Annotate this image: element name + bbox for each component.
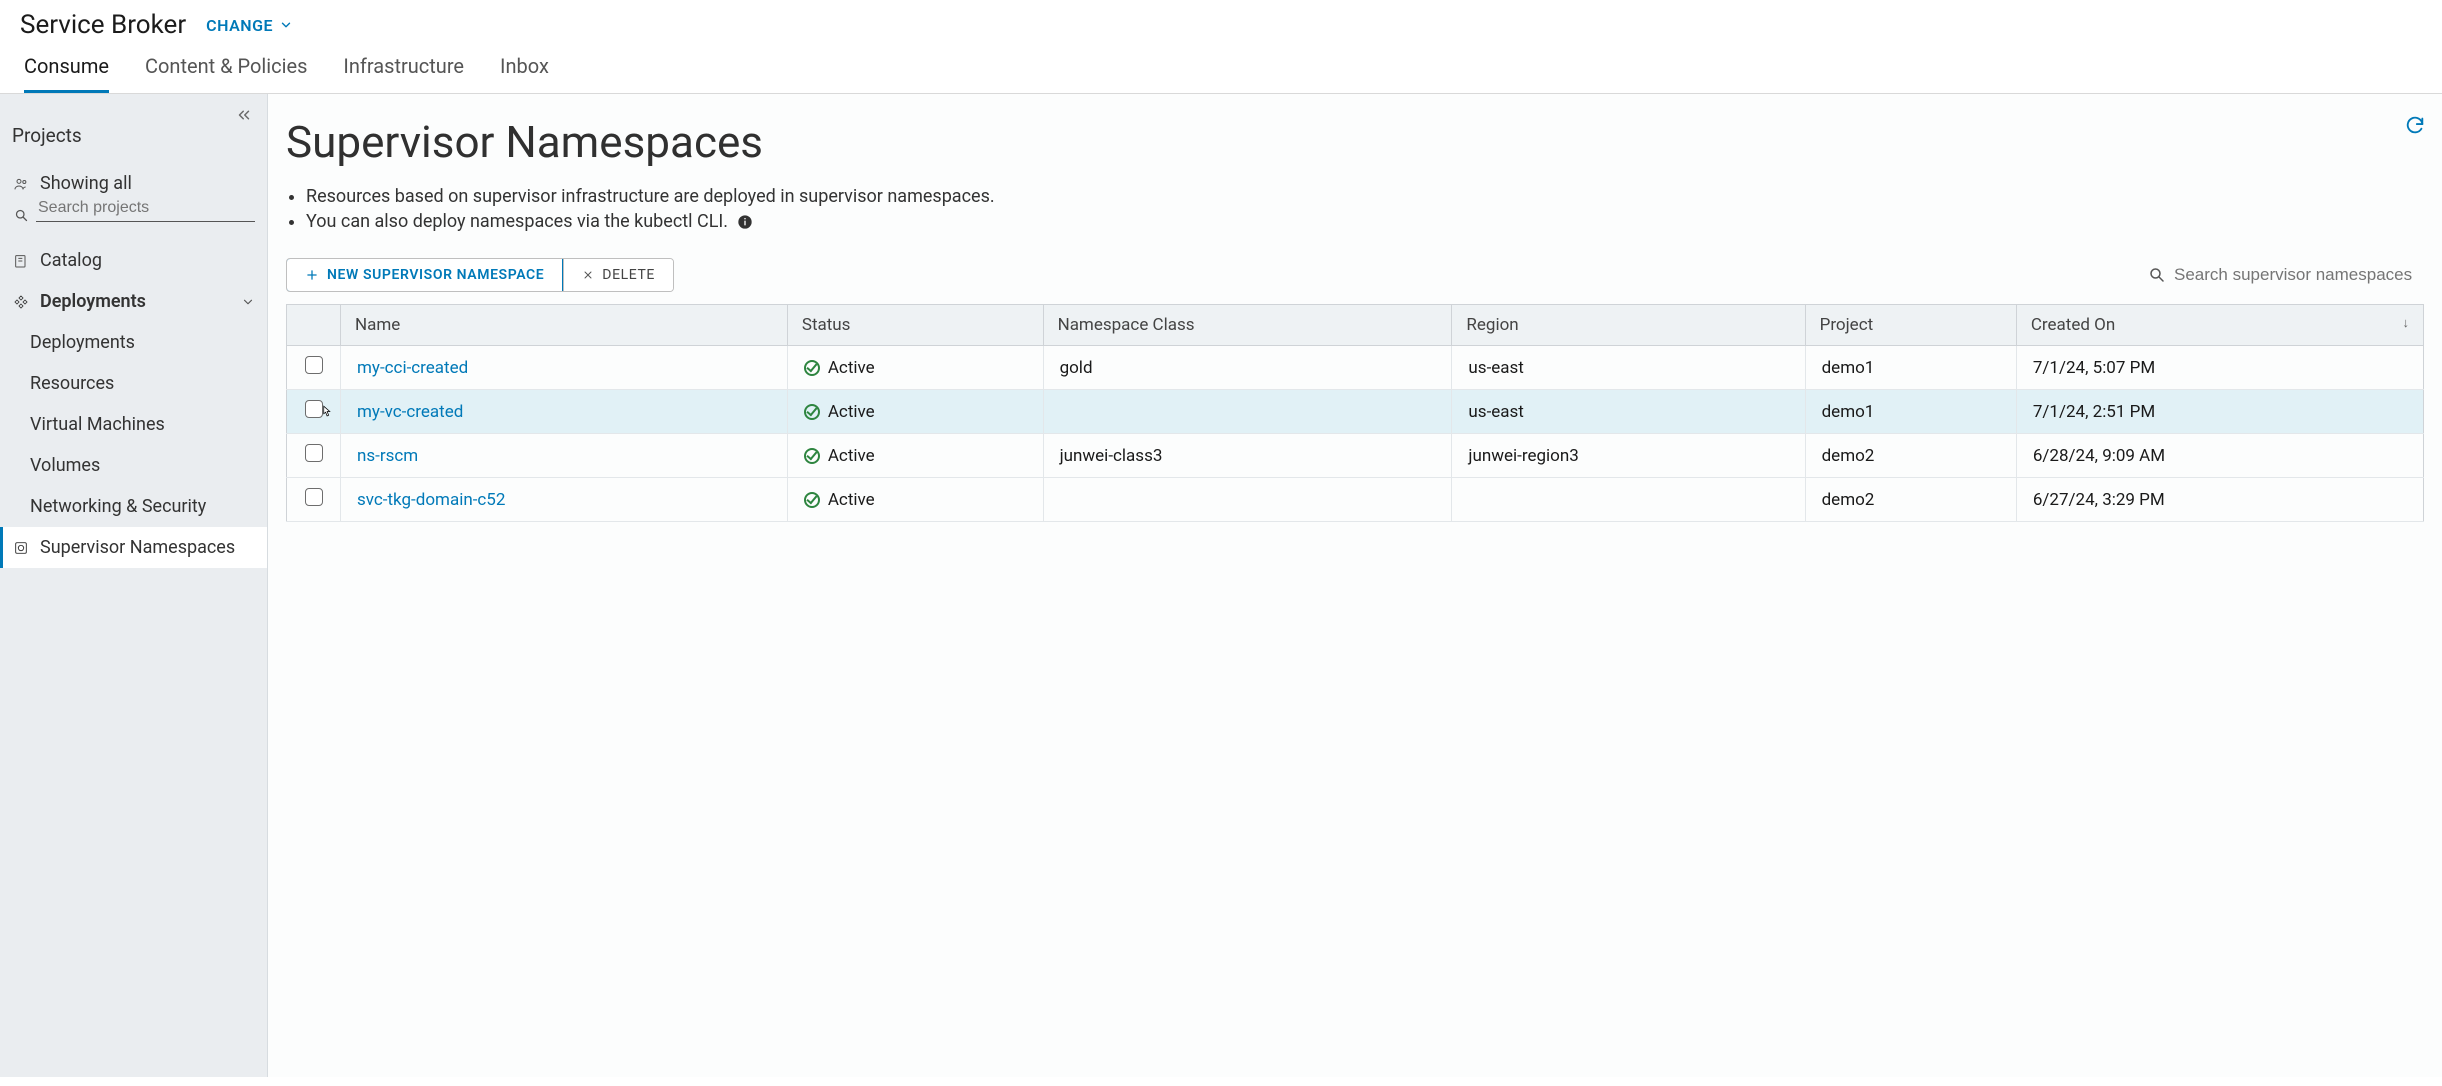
row-name-link[interactable]: my-vc-created (357, 402, 463, 422)
table-row: svc-tkg-domain-c52 Active demo2 6/27/24,… (287, 478, 2424, 522)
close-icon (582, 269, 594, 281)
sidebar-item-catalog-label: Catalog (40, 250, 102, 271)
col-status[interactable]: Status (787, 305, 1043, 346)
namespaces-table: Name Status Namespace Class Region Proje… (286, 304, 2424, 522)
delete-button-label: DELETE (602, 267, 655, 283)
namespace-icon (12, 540, 30, 556)
new-button-label: NEW SUPERVISOR NAMESPACE (327, 267, 544, 283)
table-search (2148, 265, 2424, 285)
search-projects-input[interactable] (36, 195, 255, 222)
tab-content[interactable]: Content & Policies (145, 54, 307, 93)
chevron-down-icon (241, 295, 255, 309)
col-select (287, 305, 341, 346)
col-name[interactable]: Name (341, 305, 788, 346)
row-region (1452, 478, 1805, 522)
sidebar: Projects Showing all Catalog (0, 94, 268, 1077)
row-class (1043, 390, 1452, 434)
people-icon (12, 176, 30, 192)
row-checkbox[interactable] (305, 400, 323, 418)
row-class (1043, 478, 1452, 522)
row-name-link[interactable]: my-cci-created (357, 358, 468, 378)
sidebar-item-deployments[interactable]: Deployments (0, 322, 267, 363)
row-region: us-east (1452, 390, 1805, 434)
catalog-icon (12, 253, 30, 269)
col-region[interactable]: Region (1452, 305, 1805, 346)
table-row: ns-rscm Active junwei-class3 junwei-regi… (287, 434, 2424, 478)
sidebar-item-supervisor-namespaces[interactable]: Supervisor Namespaces (0, 527, 267, 568)
row-checkbox[interactable] (305, 488, 323, 506)
row-region: junwei-region3 (1452, 434, 1805, 478)
tab-consume[interactable]: Consume (24, 54, 109, 93)
page-title: Supervisor Namespaces (286, 116, 2424, 168)
sidebar-item-deployments-group[interactable]: Deployments (0, 281, 267, 322)
deployments-icon (12, 294, 30, 310)
status-ok-icon (804, 492, 820, 508)
chevron-down-icon (279, 18, 293, 32)
table-row: my-cci-created Active gold us-east demo1… (287, 346, 2424, 390)
search-icon (12, 208, 30, 223)
row-class: gold (1043, 346, 1452, 390)
app-title: Service Broker (20, 10, 186, 40)
row-project: demo2 (1805, 478, 2016, 522)
chevron-double-left-icon (235, 106, 253, 124)
main-tabs: Consume Content & Policies Infrastructur… (0, 40, 2442, 94)
sidebar-item-resources[interactable]: Resources (0, 363, 267, 404)
sidebar-item-supervisor-namespaces-label: Supervisor Namespaces (40, 537, 235, 558)
change-app-label: CHANGE (206, 16, 273, 35)
tab-inbox[interactable]: Inbox (500, 54, 549, 93)
row-class: junwei-class3 (1043, 434, 1452, 478)
col-class[interactable]: Namespace Class (1043, 305, 1452, 346)
col-created[interactable]: Created On ↓ (2016, 305, 2423, 346)
row-status: Active (828, 402, 875, 422)
sidebar-item-catalog[interactable]: Catalog (0, 240, 267, 281)
delete-button[interactable]: DELETE (563, 259, 673, 291)
row-name-link[interactable]: ns-rscm (357, 446, 418, 466)
status-ok-icon (804, 360, 820, 376)
projects-heading: Projects (0, 100, 267, 163)
row-project: demo1 (1805, 390, 2016, 434)
new-supervisor-namespace-button[interactable]: NEW SUPERVISOR NAMESPACE (286, 258, 563, 292)
row-project: demo1 (1805, 346, 2016, 390)
table-search-input[interactable] (2174, 265, 2424, 285)
row-created: 6/28/24, 9:09 AM (2016, 434, 2423, 478)
info-icon[interactable] (737, 214, 753, 230)
page-desc-line2: You can also deploy namespaces via the k… (306, 211, 2424, 232)
col-project[interactable]: Project (1805, 305, 2016, 346)
table-row: my-vc-created Active us-east demo1 7/1/2… (287, 390, 2424, 434)
row-created: 7/1/24, 5:07 PM (2016, 346, 2423, 390)
collapse-sidebar-button[interactable] (235, 106, 253, 128)
row-checkbox[interactable] (305, 444, 323, 462)
sidebar-item-volumes[interactable]: Volumes (0, 445, 267, 486)
table-header-row: Name Status Namespace Class Region Proje… (287, 305, 2424, 346)
tab-infra[interactable]: Infrastructure (343, 54, 464, 93)
row-status: Active (828, 490, 875, 510)
app-header: Service Broker CHANGE (0, 0, 2442, 40)
refresh-button[interactable] (2404, 114, 2426, 140)
row-region: us-east (1452, 346, 1805, 390)
main-content: Supervisor Namespaces Resources based on… (268, 94, 2442, 1077)
sidebar-item-virtual-machines[interactable]: Virtual Machines (0, 404, 267, 445)
action-button-group: NEW SUPERVISOR NAMESPACE DELETE (286, 258, 674, 292)
sidebar-item-deployments-group-label: Deployments (40, 291, 146, 312)
row-created: 7/1/24, 2:51 PM (2016, 390, 2423, 434)
row-created: 6/27/24, 3:29 PM (2016, 478, 2423, 522)
status-ok-icon (804, 448, 820, 464)
sort-desc-icon: ↓ (2403, 315, 2410, 331)
page-desc-line1: Resources based on supervisor infrastruc… (306, 186, 2424, 207)
status-ok-icon (804, 404, 820, 420)
search-projects-wrapper (36, 195, 255, 222)
page-description: Resources based on supervisor infrastruc… (306, 186, 2424, 232)
search-icon (2148, 266, 2166, 284)
row-checkbox[interactable] (305, 356, 323, 374)
sidebar-showing-all-label: Showing all (40, 173, 132, 194)
row-status: Active (828, 446, 875, 466)
row-project: demo2 (1805, 434, 2016, 478)
row-name-link[interactable]: svc-tkg-domain-c52 (357, 490, 505, 510)
change-app-link[interactable]: CHANGE (206, 16, 293, 35)
row-status: Active (828, 358, 875, 378)
table-toolbar: NEW SUPERVISOR NAMESPACE DELETE (286, 258, 2424, 292)
sidebar-item-networking[interactable]: Networking & Security (0, 486, 267, 527)
refresh-icon (2404, 114, 2426, 136)
plus-icon (305, 268, 319, 282)
